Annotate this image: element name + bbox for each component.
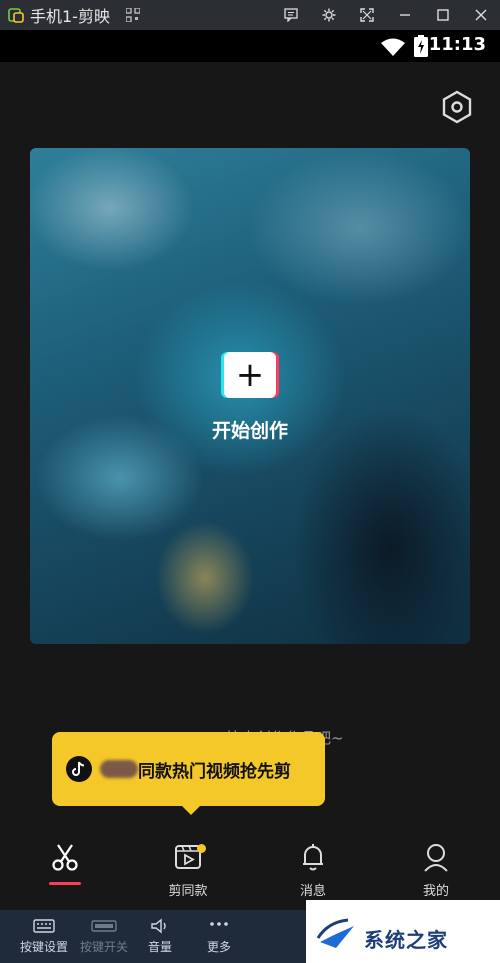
key-settings-button[interactable]: 按键设置	[20, 918, 68, 955]
active-tab-indicator	[49, 882, 81, 885]
bottom-tab-bar: 剪同款 消息 我的	[0, 836, 500, 910]
minimize-button[interactable]	[386, 0, 424, 30]
feedback-button[interactable]	[272, 0, 310, 30]
status-time: 11:13	[428, 34, 486, 55]
watermark: 系统之家	[306, 900, 500, 963]
close-icon	[475, 9, 487, 21]
window-title: 手机1-剪映	[30, 7, 110, 26]
maximize-button[interactable]	[424, 0, 462, 30]
more-label: 更多	[207, 940, 232, 954]
close-button[interactable]	[462, 0, 500, 30]
message-icon	[284, 8, 298, 22]
scissors-icon	[52, 844, 78, 871]
maximize-icon	[437, 9, 449, 21]
tab-profile-label: 我的	[422, 884, 449, 899]
minimize-icon	[400, 14, 410, 16]
more-icon	[210, 922, 228, 926]
start-creation-group[interactable]: + 开始创作	[30, 352, 470, 443]
template-promo-tooltip[interactable]: 同款热门视频抢先剪	[52, 732, 325, 815]
emulator-settings-button[interactable]	[310, 0, 348, 30]
key-settings-label: 按键设置	[20, 940, 69, 954]
volume-button[interactable]: 音量	[148, 918, 172, 955]
tab-template-label: 剪同款	[168, 884, 208, 899]
expand-icon	[360, 8, 374, 22]
gear-icon	[322, 8, 336, 22]
settings-hexagon-icon[interactable]	[441, 90, 473, 124]
toggle-icon	[91, 920, 117, 932]
volume-label: 音量	[148, 940, 173, 954]
battery-charging-icon	[414, 35, 428, 57]
new-badge-dot	[197, 844, 206, 853]
bell-icon	[303, 844, 323, 871]
tab-template[interactable]: 剪同款	[143, 842, 233, 899]
tooltip-text: 同款热门视频抢先剪	[138, 761, 291, 782]
start-creation-card[interactable]: + 开始创作	[30, 148, 470, 644]
qr-code-icon[interactable]	[125, 8, 140, 22]
tiktok-icon	[66, 756, 92, 782]
plus-icon: +	[235, 355, 265, 395]
volume-icon	[151, 918, 166, 934]
fullscreen-button[interactable]	[348, 0, 386, 30]
wifi-icon	[381, 38, 405, 56]
start-creation-label: 开始创作	[211, 420, 288, 442]
key-toggle-button[interactable]: 按键开关	[80, 918, 128, 955]
phone-status-bar: 11:13	[0, 30, 500, 62]
key-toggle-label: 按键开关	[80, 940, 129, 954]
watermark-text: 系统之家	[364, 928, 448, 952]
watermark-logo-icon	[316, 918, 354, 948]
profile-icon	[424, 844, 448, 872]
tab-profile[interactable]: 我的	[391, 842, 481, 899]
tab-edit[interactable]	[20, 842, 110, 885]
blurred-text	[100, 760, 138, 778]
app-logo-icon	[8, 8, 24, 23]
tab-messages[interactable]: 消息	[268, 842, 358, 899]
create-plus-button[interactable]: +	[224, 352, 276, 398]
tab-messages-label: 消息	[299, 884, 326, 899]
emulator-title-bar: 手机1-剪映	[0, 0, 500, 30]
more-button[interactable]: 更多	[207, 918, 231, 955]
keyboard-icon	[33, 919, 55, 933]
